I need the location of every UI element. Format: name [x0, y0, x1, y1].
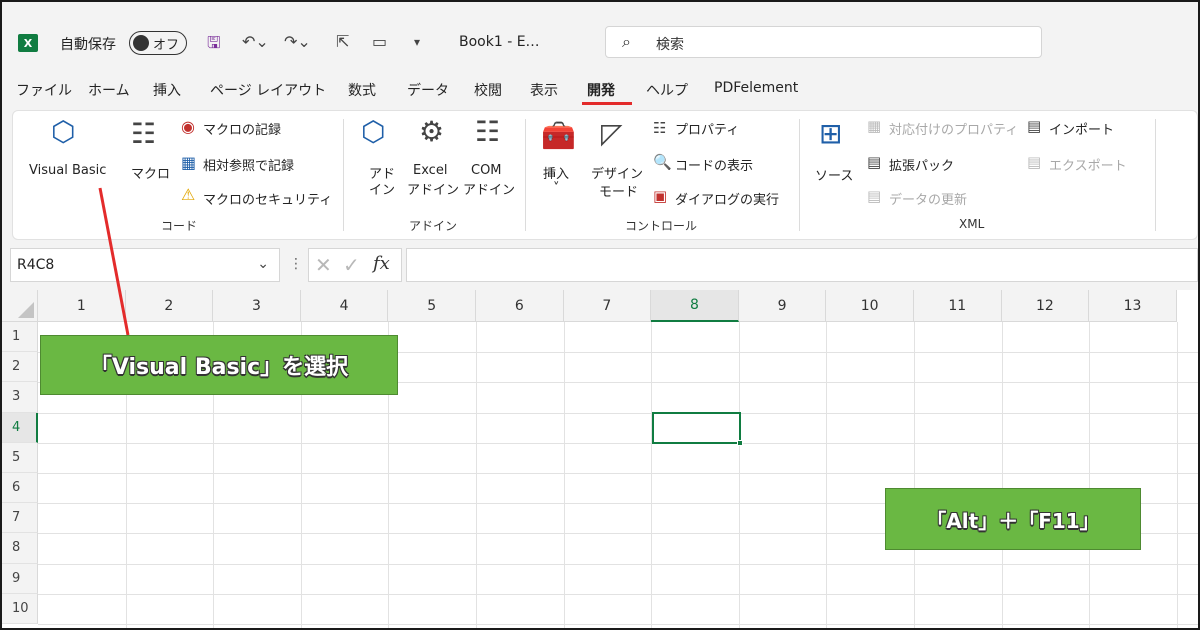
excel-window: X 自動保存 オフ 🖫 ↶⌄ ↷⌄ ⇱ ▭ ▾ Book1 - E… ⌕ 検索 … — [0, 0, 1200, 630]
callout-shortcut: 「Alt」＋「F11」 — [885, 488, 1141, 550]
callout-visual-basic: 「Visual Basic」を選択 — [40, 335, 398, 395]
annotation-line-visual-basic — [98, 187, 130, 336]
fill-handle[interactable] — [737, 440, 743, 446]
active-cell[interactable] — [652, 412, 741, 444]
